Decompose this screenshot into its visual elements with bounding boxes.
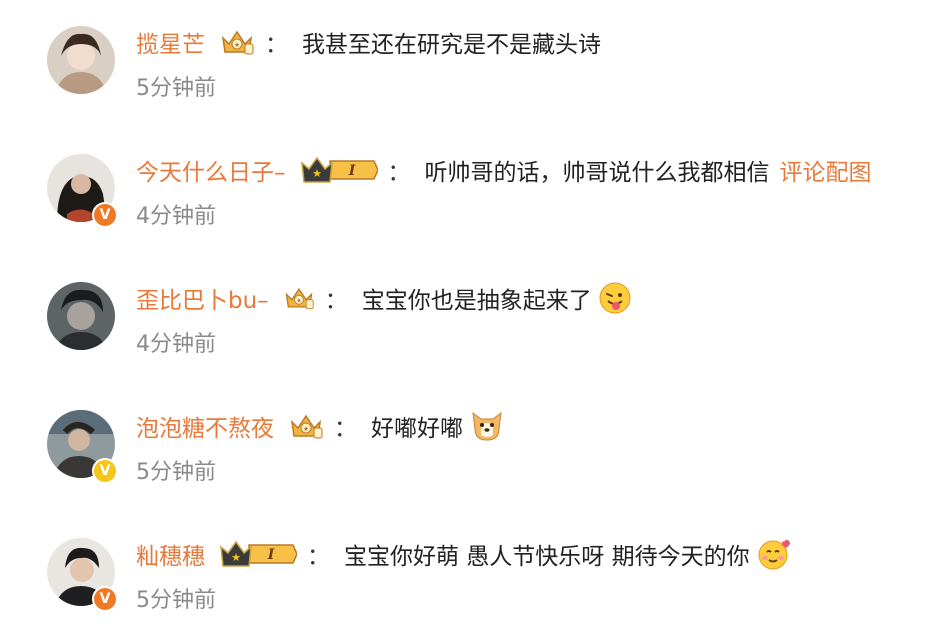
hug-face-emoji-icon bbox=[756, 536, 792, 572]
avatar[interactable] bbox=[47, 26, 115, 94]
username[interactable]: 泡泡糖不熬夜 bbox=[136, 409, 274, 443]
separator: ： bbox=[334, 416, 357, 442]
svg-text:★: ★ bbox=[231, 551, 241, 564]
verified-badge-icon: V bbox=[92, 586, 118, 612]
crown-badge-icon[interactable]: ★ bbox=[283, 284, 315, 312]
avatar[interactable] bbox=[47, 282, 115, 350]
comment-time: 5分钟前 bbox=[136, 460, 216, 485]
comment-item: 歪比巴卜bu– ★ ： 宝宝你也是抽象起来了 4分钟前 bbox=[0, 256, 930, 384]
separator: ： bbox=[265, 32, 288, 58]
comment-item: V 泡泡糖不熬夜 ★ ： 好嘟好嘟 5分钟前 bbox=[0, 384, 930, 512]
crown-level-badge-icon[interactable]: I ★ bbox=[219, 539, 297, 569]
comment-item: V 籼穗穗 I ★ ： 宝宝你好萌 愚人节快乐呀 期待今天的你 5分钟前 bbox=[0, 512, 930, 640]
comment-time: 5分钟前 bbox=[136, 76, 216, 101]
svg-text:★: ★ bbox=[312, 167, 322, 180]
svg-text:I: I bbox=[267, 547, 275, 563]
comment-text: 宝宝你也是抽象起来了 bbox=[361, 288, 592, 314]
comment-image-link[interactable]: 评论配图 bbox=[780, 153, 872, 187]
comment-time: 4分钟前 bbox=[136, 332, 216, 357]
crown-level-badge-icon[interactable]: I ★ bbox=[300, 155, 378, 185]
username[interactable]: 今天什么日子– bbox=[136, 153, 286, 187]
comment-time: 4分钟前 bbox=[136, 204, 216, 229]
comment-item: 揽星芒 ★ ： 我甚至还在研究是不是藏头诗 5分钟前 bbox=[0, 0, 930, 128]
comment-text: 好嘟好嘟 bbox=[371, 416, 463, 442]
svg-text:★: ★ bbox=[303, 425, 309, 433]
comment-text: 听帅哥的话，帅哥说什么我都相信 bbox=[424, 160, 770, 186]
svg-text:★: ★ bbox=[296, 297, 302, 304]
dog-face-emoji-icon bbox=[469, 409, 505, 443]
svg-text:I: I bbox=[347, 163, 355, 179]
username[interactable]: 揽星芒 bbox=[136, 25, 205, 59]
comment-time: 5分钟前 bbox=[136, 588, 216, 613]
separator: ： bbox=[324, 288, 348, 314]
comment-item: V 今天什么日子– I ★ ： 听帅哥的话，帅哥说什么我都相信 评论配图 4分钟前 bbox=[0, 128, 930, 256]
crown-badge-icon[interactable]: ★ bbox=[288, 412, 324, 440]
comment-text: 宝宝你好萌 愚人节快乐呀 期待今天的你 bbox=[344, 544, 750, 570]
comment-text: 我甚至还在研究是不是藏头诗 bbox=[302, 32, 601, 58]
svg-text:★: ★ bbox=[234, 41, 240, 49]
username[interactable]: 歪比巴卜bu– bbox=[136, 281, 269, 315]
separator: ： bbox=[387, 160, 411, 186]
username[interactable]: 籼穗穗 bbox=[136, 537, 205, 571]
verified-badge-icon: V bbox=[92, 202, 118, 228]
crown-badge-icon[interactable]: ★ bbox=[219, 28, 255, 56]
tongue-face-emoji-icon bbox=[598, 281, 632, 315]
verified-badge-icon: V bbox=[92, 458, 118, 484]
separator: ： bbox=[307, 544, 330, 570]
